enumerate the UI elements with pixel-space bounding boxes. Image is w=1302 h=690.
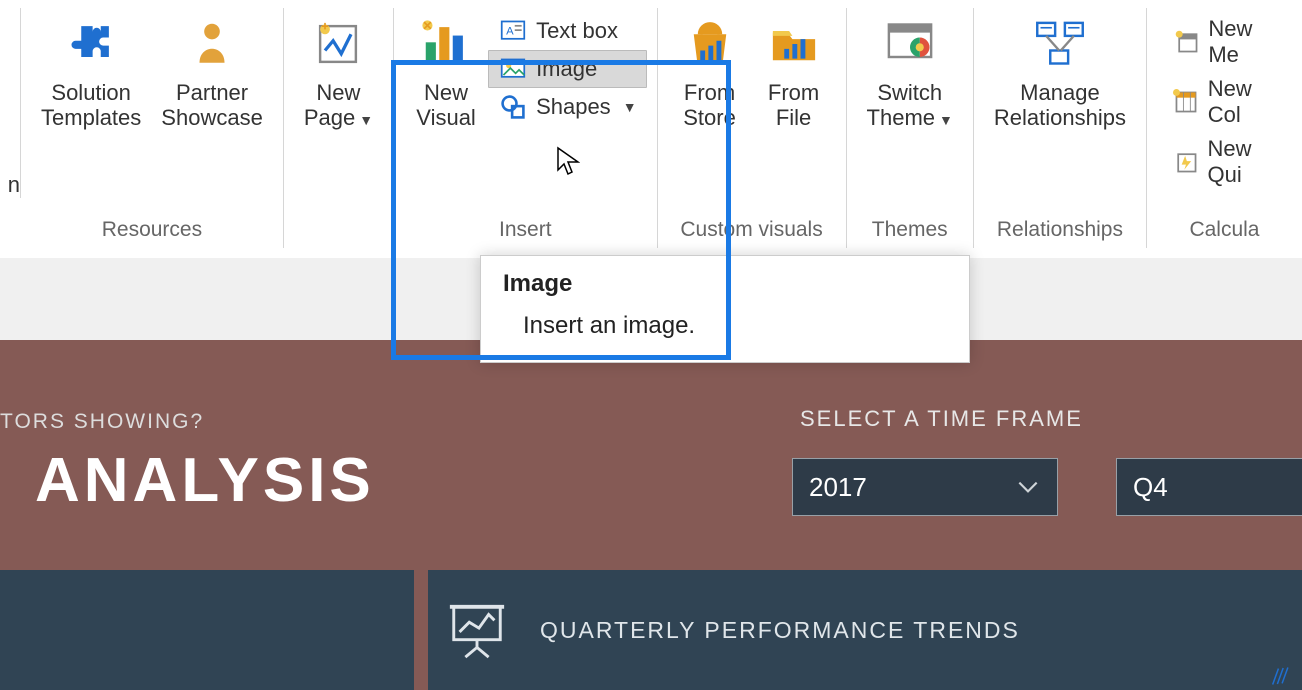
header-title-suffix: ANALYSIS [35, 445, 375, 516]
image-icon [498, 54, 528, 84]
shapes-icon [498, 92, 528, 122]
quarterly-trends-label: QUARTERLY PERFORMANCE TRENDS [540, 617, 1020, 644]
new-measure-button[interactable]: New Me [1163, 12, 1292, 72]
cursor-icon [556, 146, 580, 176]
from-store-button[interactable]: FromStore [668, 8, 752, 131]
quick-icon [1173, 147, 1200, 177]
tooltip-title: Image [503, 270, 947, 298]
ribbon: n SolutionTemplates PartnerShowcase Reso… [0, 0, 1302, 258]
switch-theme-button[interactable]: SwitchTheme▼ [857, 8, 963, 131]
new-quick-measure-button[interactable]: New Qui [1163, 132, 1292, 192]
year-slicer-value: 2017 [809, 472, 867, 503]
from-file-button[interactable]: FromFile [752, 8, 836, 131]
group-calculations: New Me New Col New Qui Calcula [1147, 8, 1302, 248]
year-slicer[interactable]: 2017 [792, 458, 1058, 516]
measure-icon [1173, 27, 1200, 57]
new-column-label: New Col [1208, 76, 1282, 128]
image-label: Image [536, 56, 597, 82]
quarter-slicer[interactable]: Q4 [1116, 458, 1302, 516]
group-relationships: ManageRelationships Relationships [974, 8, 1147, 248]
column-icon [1173, 87, 1200, 117]
group-custom-visuals: FromStore FromFile Custom visuals [658, 8, 847, 248]
group-custom-visuals-label: Custom visuals [680, 218, 822, 248]
relationships-icon [1028, 12, 1092, 76]
dropdown-caret-icon: ▼ [623, 99, 637, 115]
new-visual-button[interactable]: NewVisual [404, 8, 488, 131]
new-page-button[interactable]: NewPage▼ [294, 8, 383, 131]
group-report: NewPage▼ [284, 8, 394, 248]
switch-theme-label: SwitchTheme▼ [867, 80, 953, 131]
dropdown-caret-icon: ▼ [939, 112, 953, 128]
group-resources: SolutionTemplates PartnerShowcase Resour… [21, 8, 284, 248]
puzzle-icon [59, 12, 123, 76]
new-measure-label: New Me [1208, 16, 1282, 68]
left-band [0, 570, 414, 690]
shapes-label: Shapes [536, 94, 611, 120]
chevron-down-icon [1015, 474, 1041, 500]
new-column-button[interactable]: New Col [1163, 72, 1292, 132]
image-button[interactable]: Image [488, 50, 646, 88]
select-time-frame-label: SELECT A TIME FRAME [800, 406, 1083, 432]
from-file-label: FromFile [768, 80, 819, 131]
tooltip: Image Insert an image. [480, 255, 970, 363]
svg-text:A: A [506, 25, 514, 37]
folder-chart-icon [762, 12, 826, 76]
manage-relationships-label: ManageRelationships [994, 80, 1126, 131]
quarter-slicer-value: Q4 [1133, 472, 1168, 503]
group-calculations-label: Calcula [1189, 218, 1259, 248]
theme-icon [878, 12, 942, 76]
group-insert-label: Insert [499, 218, 552, 248]
text-box-icon: A [498, 16, 528, 46]
group-insert: NewVisual A Text box Image [394, 8, 657, 248]
shapes-button[interactable]: Shapes ▼ [488, 88, 646, 126]
group-themes: SwitchTheme▼ Themes [847, 8, 974, 248]
new-page-label: NewPage▼ [304, 80, 373, 131]
text-box-button[interactable]: A Text box [488, 12, 646, 50]
ribbon-cutoff-left: n [0, 8, 21, 198]
bar-chart-icon [414, 12, 478, 76]
quarterly-trends-band: QUARTERLY PERFORMANCE TRENDS [428, 570, 1302, 690]
partner-showcase-button[interactable]: PartnerShowcase [151, 8, 273, 131]
new-quick-label: New Qui [1207, 136, 1282, 188]
group-themes-label: Themes [872, 218, 948, 248]
dropdown-caret-icon: ▼ [359, 112, 373, 128]
manage-relationships-button[interactable]: ManageRelationships [984, 8, 1136, 131]
solution-templates-label: SolutionTemplates [41, 80, 141, 131]
partner-showcase-label: PartnerShowcase [161, 80, 263, 131]
solution-templates-button[interactable]: SolutionTemplates [31, 8, 151, 131]
from-store-label: FromStore [683, 80, 736, 131]
new-visual-label: NewVisual [416, 80, 476, 131]
header-question-suffix: TORS SHOWING? [0, 410, 204, 434]
store-icon [678, 12, 742, 76]
group-relationships-label: Relationships [997, 218, 1123, 248]
person-icon [180, 12, 244, 76]
text-box-label: Text box [536, 18, 618, 44]
presentation-chart-icon [446, 599, 508, 661]
new-page-icon [306, 12, 370, 76]
group-resources-label: Resources [102, 218, 202, 248]
tooltip-desc: Insert an image. [503, 312, 947, 340]
